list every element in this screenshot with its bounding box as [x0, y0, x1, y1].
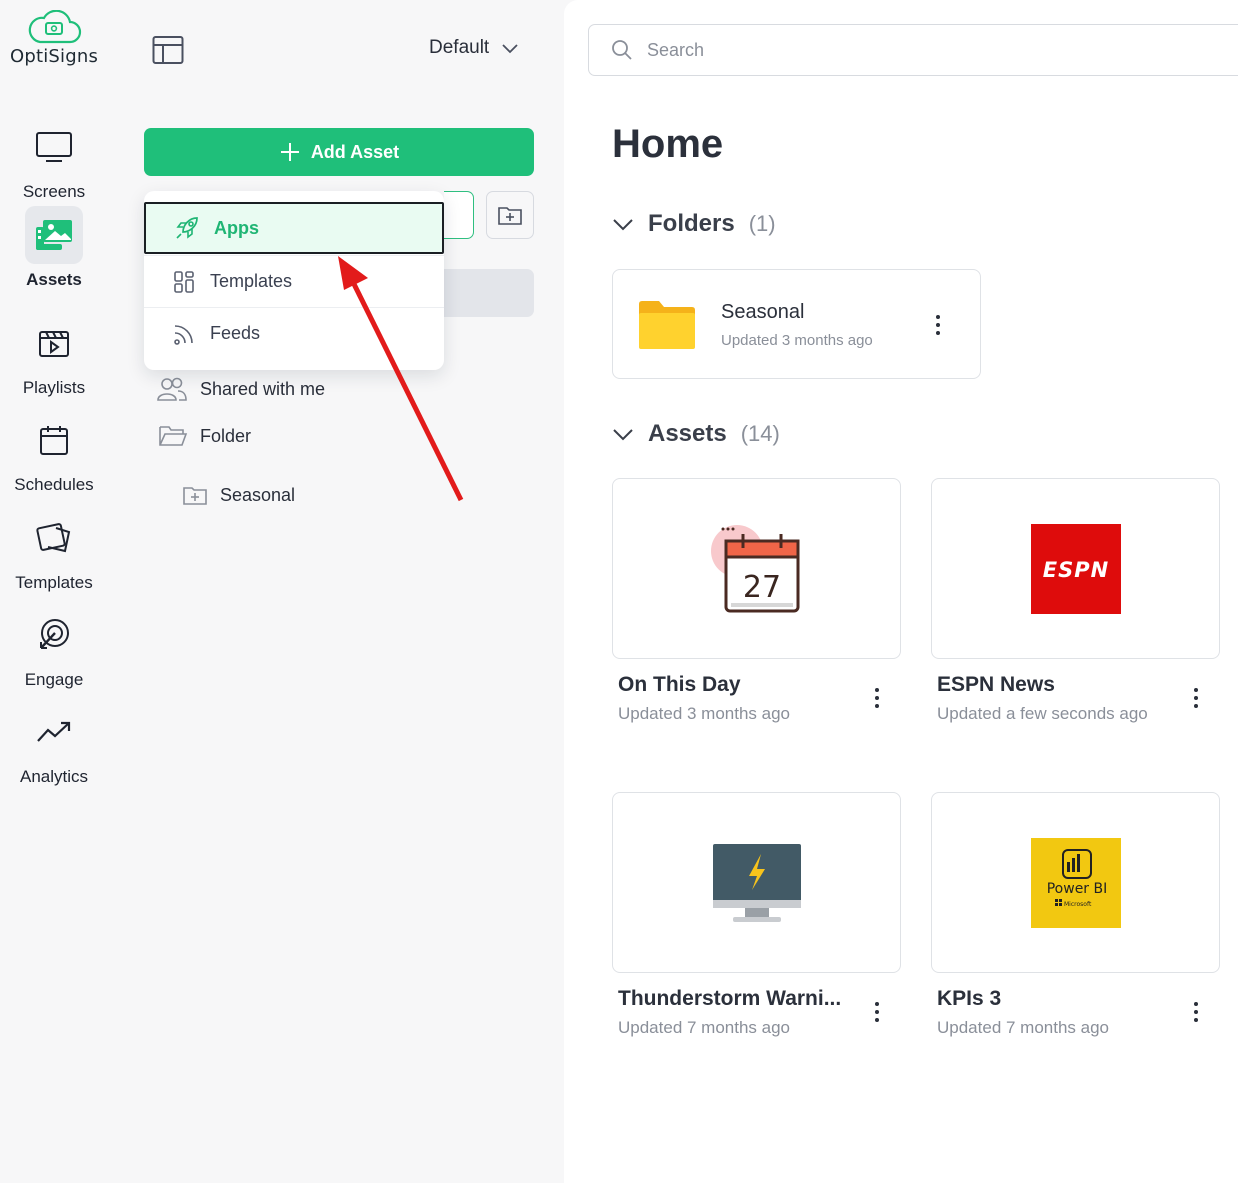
add-asset-button[interactable]: Add Asset — [144, 128, 534, 176]
more-options-icon[interactable] — [928, 310, 948, 340]
page-title: Home — [612, 122, 724, 166]
filter-input[interactable] — [444, 191, 474, 239]
more-options-icon[interactable] — [1186, 683, 1206, 713]
section-count: (1) — [748, 211, 776, 236]
section-count: (14) — [740, 421, 780, 446]
nav-item-assets[interactable]: Assets — [0, 206, 108, 296]
analytics-trend-icon — [25, 703, 83, 761]
menu-item-label: Templates — [210, 271, 293, 291]
asset-thumbnail[interactable]: ESPN — [931, 478, 1220, 659]
nav-label: Playlists — [22, 378, 86, 397]
folder-name: Seasonal — [721, 301, 805, 323]
tree-item-folder[interactable]: Folder — [158, 424, 251, 448]
asset-name: On This Day — [618, 673, 741, 696]
workspace-selector[interactable]: Default — [429, 37, 519, 59]
assets-image-icon — [25, 206, 83, 264]
chevron-down-icon — [502, 44, 518, 54]
main-content: Home Folders (1) Seasonal Updated 3 mont… — [564, 0, 1238, 1183]
templates-icon — [25, 509, 83, 567]
assets-section-toggle[interactable]: Assets (14) — [612, 420, 780, 448]
asset-updated: Updated a few seconds ago — [937, 704, 1148, 723]
nav-item-templates[interactable]: Templates — [0, 509, 108, 599]
folder-plus-icon — [498, 207, 522, 225]
asset-name: Thunderstorm Warni... — [618, 987, 842, 1010]
new-folder-button[interactable] — [486, 191, 534, 239]
grid-icon — [174, 270, 194, 293]
asset-updated: Updated 3 months ago — [618, 704, 791, 723]
annotation-arrow-icon — [338, 256, 464, 502]
more-options-icon[interactable] — [867, 997, 887, 1027]
nav-label: Screens — [22, 182, 86, 201]
nav-item-schedules[interactable]: Schedules — [0, 411, 108, 501]
monitor-lightning-icon — [712, 843, 801, 922]
section-label: Assets — [648, 420, 727, 447]
chevron-down-icon — [613, 429, 633, 441]
nav-item-analytics[interactable]: Analytics — [0, 703, 108, 793]
folder-icon — [639, 301, 695, 349]
asset-card[interactable]: 27 On This Day Updated 3 months ago — [612, 478, 901, 723]
tree-item-shared[interactable]: Shared with me — [156, 376, 325, 402]
powerbi-logo-text: Power BI — [1046, 881, 1107, 897]
asset-card[interactable]: Power BI Microsoft KPIs 3 Updated 7 mont… — [931, 792, 1220, 1037]
calendar-27-icon: 27 — [710, 524, 799, 612]
workspace-label: Default — [429, 37, 490, 58]
logo-text: OptiSigns — [9, 46, 99, 67]
section-label: Folders — [648, 210, 735, 237]
folder-card[interactable]: Seasonal Updated 3 months ago — [612, 269, 981, 379]
calendar-date-number: 27 — [742, 570, 780, 605]
users-icon — [157, 377, 187, 401]
asset-thumbnail[interactable]: Power BI Microsoft — [931, 792, 1220, 973]
layout-toggle-icon[interactable] — [152, 35, 184, 65]
tree-label: Seasonal — [220, 484, 296, 505]
cloud-logo-icon — [28, 10, 82, 44]
asset-name: KPIs 3 — [937, 987, 1002, 1010]
menu-item-label: Apps — [214, 217, 259, 238]
nav-item-engage[interactable]: Engage — [0, 606, 108, 696]
tree-item-seasonal[interactable]: Seasonal — [182, 484, 295, 506]
tree-label: Folder — [200, 425, 252, 446]
asset-card[interactable]: Thunderstorm Warni... Updated 7 months a… — [612, 792, 901, 1037]
engage-icon — [25, 606, 83, 664]
folder-plus-icon — [183, 487, 207, 505]
folders-section-toggle[interactable]: Folders (1) — [612, 210, 776, 238]
monitor-icon — [25, 118, 83, 176]
menu-item-apps[interactable]: Apps — [144, 202, 444, 254]
more-options-icon[interactable] — [1186, 997, 1206, 1027]
more-options-icon[interactable] — [867, 683, 887, 713]
calendar-icon — [25, 411, 83, 469]
powerbi-logo-icon: Power BI Microsoft — [1030, 837, 1121, 928]
espn-logo-icon: ESPN — [1030, 523, 1121, 614]
nav-label: Templates — [15, 573, 93, 592]
microsoft-logo-text: Microsoft — [1064, 901, 1092, 908]
chevron-down-icon — [613, 219, 633, 231]
search-icon — [612, 40, 632, 60]
search-input[interactable] — [647, 39, 1167, 61]
asset-panel: Default Add Asset Shared with me Folder … — [108, 0, 564, 1183]
nav-item-screens[interactable]: Screens — [0, 118, 108, 208]
asset-card[interactable]: ESPN ESPN News Updated a few seconds ago — [931, 478, 1220, 723]
espn-logo-text: ESPN — [1042, 558, 1108, 582]
menu-item-label: Feeds — [210, 323, 261, 343]
asset-thumbnail[interactable] — [612, 792, 901, 973]
add-asset-label: Add Asset — [310, 141, 400, 162]
nav-label: Analytics — [19, 767, 89, 786]
tree-label: Shared with me — [200, 378, 326, 399]
rocket-icon — [176, 217, 198, 239]
nav-label: Assets — [26, 270, 82, 289]
nav-item-playlists[interactable]: Playlists — [0, 314, 108, 404]
asset-thumbnail[interactable]: 27 — [612, 478, 901, 659]
optisigns-logo[interactable]: OptiSigns — [0, 10, 108, 67]
asset-name: ESPN News — [937, 673, 1055, 696]
nav-label: Engage — [24, 670, 84, 689]
asset-updated: Updated 7 months ago — [618, 1018, 791, 1037]
plus-icon — [280, 143, 299, 161]
nav-label: Schedules — [14, 475, 94, 494]
rss-icon — [174, 324, 193, 345]
left-nav: OptiSigns Screens Assets Playlists Sched… — [0, 0, 108, 1183]
folder-updated: Updated 3 months ago — [721, 332, 873, 349]
search-bar[interactable] — [588, 24, 1238, 76]
folder-open-icon — [159, 426, 188, 446]
asset-updated: Updated 7 months ago — [937, 1018, 1110, 1037]
playlist-icon — [25, 314, 83, 372]
